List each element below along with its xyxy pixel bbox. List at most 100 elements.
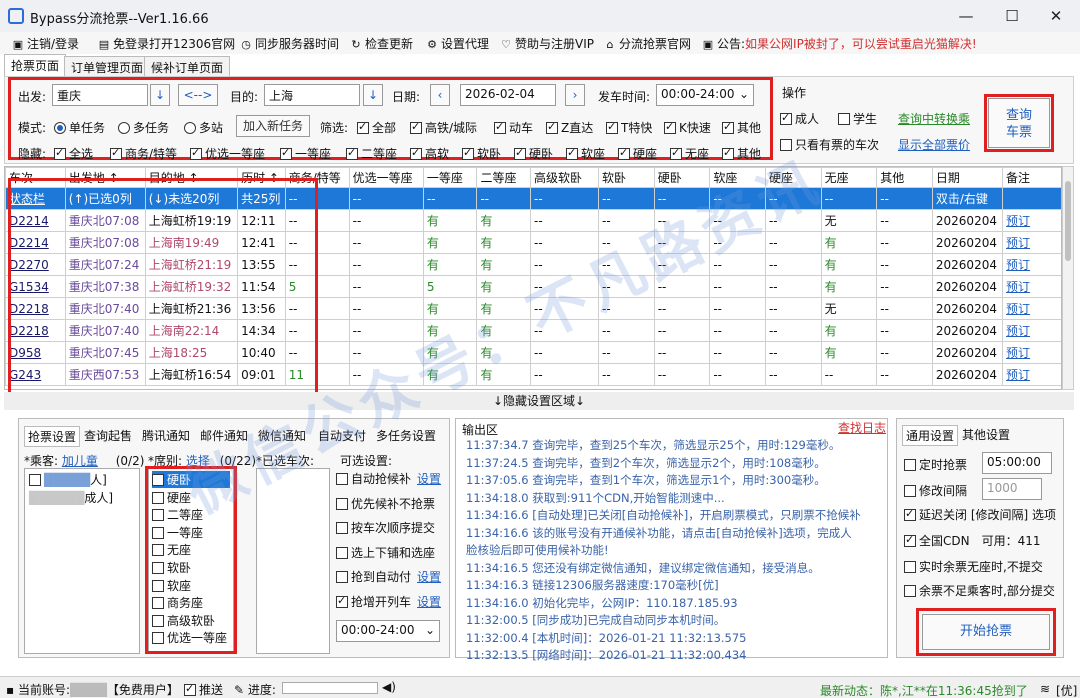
col-header[interactable]: 优选一等座 xyxy=(348,167,424,188)
filter-z[interactable]: Z直达 xyxy=(546,119,593,136)
settings-link[interactable]: 设置 xyxy=(417,570,441,584)
menu-website[interactable]: ⌂ 分流抢票官网 xyxy=(604,35,692,52)
col-header[interactable]: 一等座 xyxy=(422,167,478,188)
filter-d[interactable]: 动车 xyxy=(494,119,533,136)
hide-hard-seat[interactable]: 硬座 xyxy=(618,145,657,162)
passenger-list[interactable]: █████人] ██████成人] xyxy=(24,468,140,654)
tab-booking[interactable]: 抢票页面 xyxy=(4,54,67,76)
table-cell[interactable]: 预订 xyxy=(1002,319,1061,342)
settings-link[interactable]: 设置 xyxy=(417,472,441,486)
table-cell[interactable]: 预订 xyxy=(1002,363,1061,386)
filter-all[interactable]: 全部 xyxy=(357,119,396,136)
adult-checkbox[interactable]: 成人 xyxy=(780,110,819,127)
hide-hard-sleeper[interactable]: 硬卧 xyxy=(514,145,553,162)
tab-ticket-settings[interactable]: 抢票设置 xyxy=(24,426,81,447)
scroll-thumb[interactable] xyxy=(1065,181,1071,261)
col-header[interactable]: 备注 xyxy=(1002,167,1061,188)
passenger-item[interactable]: ██████成人] xyxy=(29,489,113,506)
mode-single[interactable]: 单任务 xyxy=(54,119,105,136)
add-task-button[interactable]: 加入新任务 xyxy=(236,115,310,137)
hide-settings-bar[interactable]: ↓隐藏设置区域↓ xyxy=(4,392,1074,410)
menu-check-update[interactable]: ↻ 检查更新 xyxy=(350,35,413,52)
optional-item[interactable]: 自动抢候补 设置 xyxy=(336,470,441,487)
col-header[interactable]: 高级软卧 xyxy=(530,167,600,188)
student-checkbox[interactable]: 学生 xyxy=(838,110,877,127)
mode-multi[interactable]: 多任务 xyxy=(118,119,169,136)
menu-proxy[interactable]: ⚙ 设置代理 xyxy=(426,35,489,52)
tab-waitlist[interactable]: 候补订单页面 xyxy=(144,56,231,76)
speaker-icon[interactable]: ◀) xyxy=(382,680,396,694)
optional-item[interactable]: 按车次顺序提交 xyxy=(336,519,435,536)
cdn-checkbox[interactable]: 全国CDN可用：411 xyxy=(904,532,1041,549)
table-scrollbar[interactable] xyxy=(1062,166,1074,390)
hide-no-seat[interactable]: 无座 xyxy=(670,145,709,162)
prev-date-button[interactable]: ‹ xyxy=(430,84,450,106)
tab-other[interactable]: 其他设置 xyxy=(962,426,1010,443)
optional-item[interactable]: 抢到自动付 设置 xyxy=(336,568,441,585)
add-child-link[interactable]: 加儿童 xyxy=(62,454,98,468)
time-select[interactable]: 00:00-24:00 ⌄ xyxy=(656,84,754,106)
settings-link[interactable]: 设置 xyxy=(417,595,441,609)
hide-second[interactable]: 二等座 xyxy=(346,145,397,162)
table-cell[interactable]: 预订 xyxy=(1002,209,1061,232)
table-cell[interactable]: 预订 xyxy=(1002,297,1061,320)
filter-k[interactable]: K快速 xyxy=(664,119,711,136)
col-header[interactable]: 二等座 xyxy=(476,167,532,188)
filter-t[interactable]: T特快 xyxy=(606,119,652,136)
swap-button[interactable]: <--> xyxy=(178,84,218,106)
tab-sale-time[interactable]: 查询起售 xyxy=(84,427,132,444)
from-input[interactable]: 重庆 xyxy=(52,84,148,106)
find-log-link[interactable]: 查找日志 xyxy=(838,419,886,436)
col-header[interactable]: 其他 xyxy=(876,167,933,188)
show-price-link[interactable]: 显示全部票价 xyxy=(898,136,970,153)
tab-qq-notify[interactable]: 腾讯通知 xyxy=(142,427,190,444)
hide-business[interactable]: 商务/特等 xyxy=(110,145,177,162)
close-button[interactable]: ✕ xyxy=(1036,4,1076,28)
bus-icon: ▣ xyxy=(702,38,714,51)
train-time-select[interactable]: 00:00-24:00 ⌄ xyxy=(336,620,440,642)
optional-item[interactable]: 抢增开列车设置 xyxy=(336,593,441,610)
col-header[interactable]: 软卧 xyxy=(598,167,655,188)
hide-all[interactable]: 全选 xyxy=(54,145,93,162)
to-dropdown-icon[interactable]: ↓ xyxy=(363,84,383,106)
hide-soft-seat[interactable]: 软座 xyxy=(566,145,605,162)
menu-login[interactable]: ▣ 注销/登录 xyxy=(12,35,79,52)
timer-input[interactable]: 05:00:00 xyxy=(982,452,1052,474)
filter-other[interactable]: 其他 xyxy=(722,119,761,136)
interval-checkbox[interactable]: 修改间隔 xyxy=(904,482,967,499)
menu-open-12306[interactable]: ▤ 免登录打开12306官网 xyxy=(98,35,235,52)
menu-sponsor[interactable]: ♡ 赞助与注册VIP xyxy=(500,35,594,52)
menu-sync-time[interactable]: ◷ 同步服务器时间 xyxy=(240,35,339,52)
hide-premium-first[interactable]: 优选一等座 xyxy=(190,145,265,162)
interval-input[interactable]: 1000 xyxy=(982,478,1042,500)
from-dropdown-icon[interactable]: ↓ xyxy=(150,84,170,106)
table-cell[interactable]: 预订 xyxy=(1002,275,1061,298)
to-input[interactable]: 上海 xyxy=(264,84,360,106)
hide-first[interactable]: 一等座 xyxy=(280,145,331,162)
optional-item[interactable]: 优先候补不抢票 xyxy=(336,495,435,512)
table-cell[interactable]: 预订 xyxy=(1002,253,1061,276)
optional-item[interactable]: 选上下铺和选座 xyxy=(336,544,435,561)
minimize-button[interactable]: — xyxy=(946,4,986,28)
hide-soft-sleeper[interactable]: 软卧 xyxy=(462,145,501,162)
col-header[interactable]: 日期 xyxy=(931,167,1004,188)
mode-station[interactable]: 多站 xyxy=(184,119,223,136)
table-cell[interactable]: 预订 xyxy=(1002,231,1061,254)
delay-checkbox[interactable]: 延迟关闭 [修改间隔] 选项 xyxy=(904,506,1056,523)
next-date-button[interactable]: › xyxy=(565,84,585,106)
transfer-link[interactable]: 查询中转换乘 xyxy=(898,110,970,127)
highlight-train-list xyxy=(8,178,318,396)
partial-checkbox[interactable]: 余票不足乘客时,部分提交 xyxy=(904,582,1055,599)
maximize-button[interactable]: ☐ xyxy=(992,4,1032,28)
table-cell[interactable]: 预订 xyxy=(1002,341,1061,364)
push-status[interactable]: 推送 xyxy=(184,681,223,698)
timer-checkbox[interactable]: 定时抢票 xyxy=(904,456,967,473)
hide-high-soft[interactable]: 高软 xyxy=(410,145,449,162)
filter-hsr[interactable]: 高铁/城际 xyxy=(410,119,477,136)
realtime-checkbox[interactable]: 实时余票无座时,不提交 xyxy=(904,558,1043,575)
tab-general[interactable]: 通用设置 xyxy=(902,425,959,446)
col-header[interactable]: 无座 xyxy=(820,167,878,188)
passenger-item[interactable]: █████人] xyxy=(29,471,107,488)
date-input[interactable]: 2026-02-04 xyxy=(460,84,556,106)
tab-orders[interactable]: 订单管理页面 xyxy=(64,56,151,76)
